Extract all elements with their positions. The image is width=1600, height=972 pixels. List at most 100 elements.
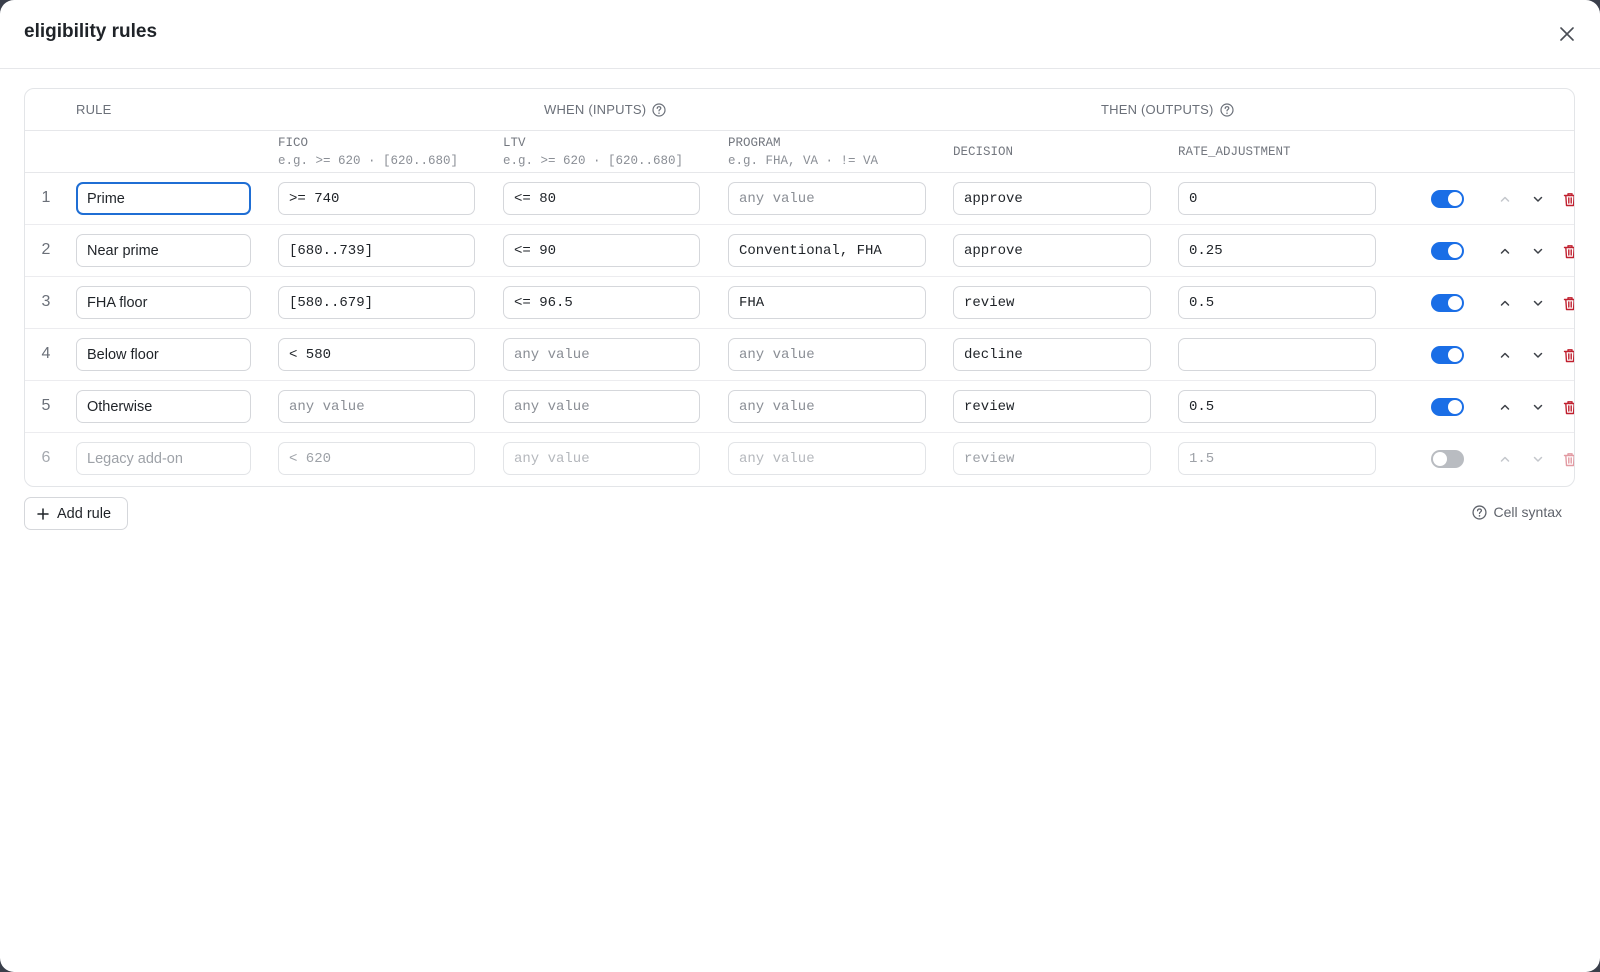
delete-rule-button[interactable] <box>1560 293 1574 313</box>
move-up-button[interactable] <box>1495 189 1515 209</box>
then-help-icon[interactable] <box>1219 102 1234 117</box>
row-number: 4 <box>41 345 51 362</box>
rule-name-input[interactable]: FHA floor <box>76 286 251 319</box>
rule-group-header: RULE <box>76 102 111 117</box>
rule-name-input[interactable]: Prime <box>76 182 251 215</box>
table-row: 3 FHA floor [580..679] <= 96.5 FHA review 0.5 <box>25 277 1574 329</box>
toggle-knob <box>1433 452 1447 466</box>
close-button[interactable] <box>1554 21 1580 47</box>
trash-icon <box>1563 348 1574 362</box>
decision-input[interactable]: approve <box>953 234 1151 267</box>
rate-adjustment-input[interactable] <box>1178 338 1376 371</box>
decision-input[interactable]: approve <box>953 182 1151 215</box>
fico-input[interactable]: < 620 <box>278 442 475 475</box>
program-input[interactable]: Conventional, FHA <box>728 234 926 267</box>
delete-rule-button[interactable] <box>1560 397 1574 417</box>
decision-input[interactable]: review <box>953 390 1151 423</box>
when-group-label: WHEN (INPUTS) <box>544 102 647 117</box>
chevron-down-icon <box>1533 196 1543 202</box>
trash-icon <box>1563 244 1574 258</box>
fico-input[interactable]: [680..739] <box>278 234 475 267</box>
ltv-input[interactable]: any value <box>503 390 700 423</box>
ltv-input[interactable]: any value <box>503 442 700 475</box>
eligibility-rules-modal: eligibility rules RULE WHEN (INPUTS) THE… <box>0 0 1600 972</box>
rule-name-input[interactable]: Legacy add-on <box>76 442 251 475</box>
program-input[interactable]: any value <box>728 442 926 475</box>
move-up-button[interactable] <box>1495 345 1515 365</box>
rule-enabled-toggle[interactable] <box>1431 242 1464 260</box>
fico-input[interactable]: < 580 <box>278 338 475 371</box>
decision-input[interactable]: review <box>953 442 1151 475</box>
rule-enabled-toggle[interactable] <box>1431 450 1464 468</box>
delete-rule-button[interactable] <box>1560 449 1574 469</box>
trash-icon <box>1563 400 1574 414</box>
row-number: 6 <box>41 449 51 466</box>
modal-header: eligibility rules <box>0 0 1600 69</box>
program-input[interactable]: FHA <box>728 286 926 319</box>
ltv-input[interactable]: any value <box>503 338 700 371</box>
when-group-header: WHEN (INPUTS) <box>544 102 666 117</box>
chevron-down-icon <box>1533 300 1543 306</box>
toggle-knob <box>1448 192 1462 206</box>
rate-adjustment-input[interactable]: 1.5 <box>1178 442 1376 475</box>
program-input[interactable]: any value <box>728 182 926 215</box>
delete-rule-button[interactable] <box>1560 189 1574 209</box>
ltv-input[interactable]: <= 96.5 <box>503 286 700 319</box>
move-down-button[interactable] <box>1528 345 1548 365</box>
rate-adjustment-input[interactable]: 0.5 <box>1178 286 1376 319</box>
toggle-knob <box>1448 244 1462 258</box>
toggle-knob <box>1448 348 1462 362</box>
move-down-button[interactable] <box>1528 241 1548 261</box>
move-down-button[interactable] <box>1528 449 1548 469</box>
decision-input[interactable]: decline <box>953 338 1151 371</box>
rate-adjustment-input[interactable]: 0.25 <box>1178 234 1376 267</box>
rule-enabled-toggle[interactable] <box>1431 346 1464 364</box>
add-rule-label: Add rule <box>57 505 112 522</box>
move-up-button[interactable] <box>1495 397 1515 417</box>
cell-syntax-label: Cell syntax <box>1493 504 1562 520</box>
rule-enabled-toggle[interactable] <box>1431 294 1464 312</box>
table-row: 6 Legacy add-on < 620 any value any value rev… <box>25 433 1574 485</box>
fico-input[interactable]: any value <box>278 390 475 423</box>
chevron-up-icon <box>1500 300 1510 306</box>
move-up-button[interactable] <box>1495 449 1515 469</box>
move-down-button[interactable] <box>1528 397 1548 417</box>
column-header-ltv: LTV e.g. >= 620 · [620..680] <box>503 134 683 170</box>
group-header-row: RULE WHEN (INPUTS) THEN (OUTPUTS) <box>25 89 1574 131</box>
rule-name-input[interactable]: Below floor <box>76 338 251 371</box>
fico-input[interactable]: [580..679] <box>278 286 475 319</box>
then-group-label: THEN (OUTPUTS) <box>1101 102 1214 117</box>
fico-input[interactable]: >= 740 <box>278 182 475 215</box>
column-header-program: PROGRAM e.g. FHA, VA · != VA <box>728 134 878 170</box>
delete-rule-button[interactable] <box>1560 241 1574 261</box>
delete-rule-button[interactable] <box>1560 345 1574 365</box>
cell-syntax-link[interactable]: Cell syntax <box>1471 504 1562 520</box>
column-header-rate-adjustment: RATE_ADJUSTMENT <box>1178 143 1291 161</box>
program-input[interactable]: any value <box>728 390 926 423</box>
when-help-icon[interactable] <box>652 102 666 117</box>
rule-name-input[interactable]: Otherwise <box>76 390 251 423</box>
chevron-down-icon <box>1533 456 1543 462</box>
rule-enabled-toggle[interactable] <box>1431 398 1464 416</box>
ltv-input[interactable]: <= 90 <box>503 234 700 267</box>
add-rule-button[interactable]: Add rule <box>24 497 128 530</box>
plus-icon <box>37 507 49 520</box>
trash-icon <box>1563 296 1574 310</box>
row-number: 2 <box>41 241 51 258</box>
program-input[interactable]: any value <box>728 338 926 371</box>
move-down-button[interactable] <box>1528 189 1548 209</box>
rate-adjustment-input[interactable]: 0 <box>1178 182 1376 215</box>
rule-enabled-toggle[interactable] <box>1431 190 1464 208</box>
rule-name-input[interactable]: Near prime <box>76 234 251 267</box>
chevron-up-icon <box>1500 196 1510 202</box>
column-header-decision: DECISION <box>953 143 1013 161</box>
row-number: 1 <box>41 189 51 206</box>
help-icon <box>1471 504 1487 520</box>
decision-input[interactable]: review <box>953 286 1151 319</box>
ltv-input[interactable]: <= 80 <box>503 182 700 215</box>
move-up-button[interactable] <box>1495 293 1515 313</box>
column-name: FICO <box>278 136 309 150</box>
move-down-button[interactable] <box>1528 293 1548 313</box>
rate-adjustment-input[interactable]: 0.5 <box>1178 390 1376 423</box>
move-up-button[interactable] <box>1495 241 1515 261</box>
